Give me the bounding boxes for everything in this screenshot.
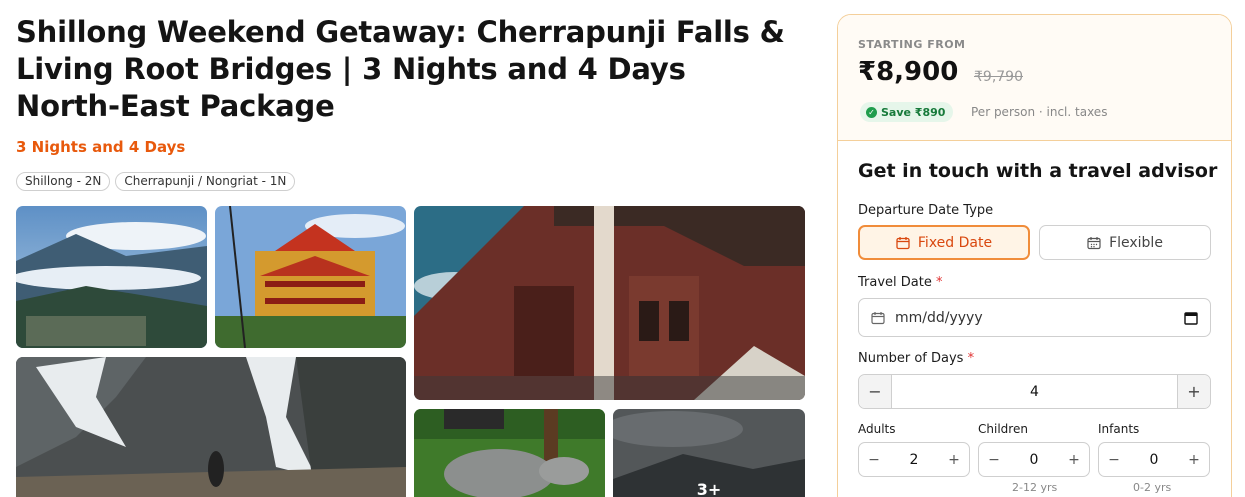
chip-cherrapunji: Cherrapunji / Nongriat - 1N bbox=[115, 172, 296, 191]
more-photos-label: 3+ bbox=[696, 480, 722, 497]
gallery-image-more[interactable]: 3+ bbox=[613, 409, 805, 497]
days-increment-button[interactable]: + bbox=[1177, 375, 1210, 408]
gallery-image-rhino[interactable] bbox=[414, 409, 605, 497]
starting-from-label: STARTING FROM bbox=[858, 38, 966, 51]
per-person-note: Per person · incl. taxes bbox=[971, 105, 1108, 119]
children-decrement-button[interactable]: − bbox=[987, 452, 1001, 468]
gallery-image-heritage-building[interactable] bbox=[414, 206, 805, 400]
departure-type-label: Departure Date Type bbox=[858, 203, 994, 218]
adults-value[interactable]: 2 bbox=[910, 452, 919, 468]
package-title: Shillong Weekend Getaway: Cherrapunji Fa… bbox=[16, 15, 785, 123]
form-title: Get in touch with a travel advisor bbox=[858, 160, 1218, 182]
infants-value[interactable]: 0 bbox=[1150, 452, 1159, 468]
savings-badge: ✓ Save ₹890 bbox=[860, 102, 954, 122]
days-label-text: Number of Days bbox=[858, 351, 964, 366]
chip-shillong: Shillong - 2N bbox=[16, 172, 111, 191]
travel-date-label-text: Travel Date bbox=[858, 275, 932, 290]
gallery-image-snow-valley[interactable] bbox=[16, 357, 406, 497]
calendar-icon bbox=[871, 311, 885, 324]
children-stepper: − 0 + bbox=[978, 442, 1090, 477]
infants-age-hint: 0-2 yrs bbox=[1133, 481, 1172, 494]
children-age-hint: 2-12 yrs bbox=[1012, 481, 1058, 494]
days-label: Number of Days * bbox=[858, 351, 974, 366]
calendar-icon bbox=[896, 236, 910, 249]
infants-label: Infants bbox=[1098, 422, 1140, 436]
flexible-label: Flexible bbox=[1109, 234, 1163, 251]
required-mark: * bbox=[967, 351, 975, 366]
travel-date-label: Travel Date * bbox=[858, 275, 943, 290]
children-value[interactable]: 0 bbox=[1030, 452, 1039, 468]
adults-label: Adults bbox=[858, 422, 896, 436]
travel-date-input[interactable]: mm/dd/yyyy bbox=[858, 298, 1211, 337]
flexible-date-button[interactable]: Flexible bbox=[1039, 225, 1211, 260]
adults-decrement-button[interactable]: − bbox=[867, 452, 881, 468]
adults-stepper: − 2 + bbox=[858, 442, 970, 477]
original-price: ₹9,790 bbox=[974, 69, 1023, 85]
infants-stepper: − 0 + bbox=[1098, 442, 1210, 477]
date-placeholder: mm/dd/yyyy bbox=[895, 309, 983, 326]
fixed-date-label: Fixed Date bbox=[917, 234, 993, 251]
package-duration: 3 Nights and 4 Days bbox=[16, 138, 186, 156]
days-stepper: − 4 + bbox=[858, 374, 1211, 409]
gallery-image-mountains[interactable] bbox=[16, 206, 207, 348]
booking-panel: STARTING FROM ₹8,900 ₹9,790 ✓ Save ₹890 … bbox=[837, 14, 1232, 497]
current-price: ₹8,900 bbox=[858, 57, 959, 87]
days-decrement-button[interactable]: − bbox=[859, 375, 892, 408]
date-picker-icon[interactable] bbox=[1184, 311, 1198, 325]
adults-increment-button[interactable]: + bbox=[947, 452, 961, 468]
destination-chips: Shillong - 2N Cherrapunji / Nongriat - 1… bbox=[16, 172, 296, 191]
children-increment-button[interactable]: + bbox=[1067, 452, 1081, 468]
gallery-image-monastery[interactable] bbox=[215, 206, 406, 348]
savings-text: Save ₹890 bbox=[881, 105, 946, 119]
infants-decrement-button[interactable]: − bbox=[1107, 452, 1121, 468]
price-box: STARTING FROM ₹8,900 ₹9,790 ✓ Save ₹890 … bbox=[838, 15, 1231, 141]
children-label: Children bbox=[978, 422, 1028, 436]
required-mark: * bbox=[936, 275, 943, 290]
check-circle-icon: ✓ bbox=[866, 106, 877, 118]
fixed-date-button[interactable]: Fixed Date bbox=[858, 225, 1030, 260]
infants-increment-button[interactable]: + bbox=[1187, 452, 1201, 468]
calendar-grid-icon bbox=[1087, 236, 1101, 249]
days-value[interactable]: 4 bbox=[892, 375, 1177, 408]
